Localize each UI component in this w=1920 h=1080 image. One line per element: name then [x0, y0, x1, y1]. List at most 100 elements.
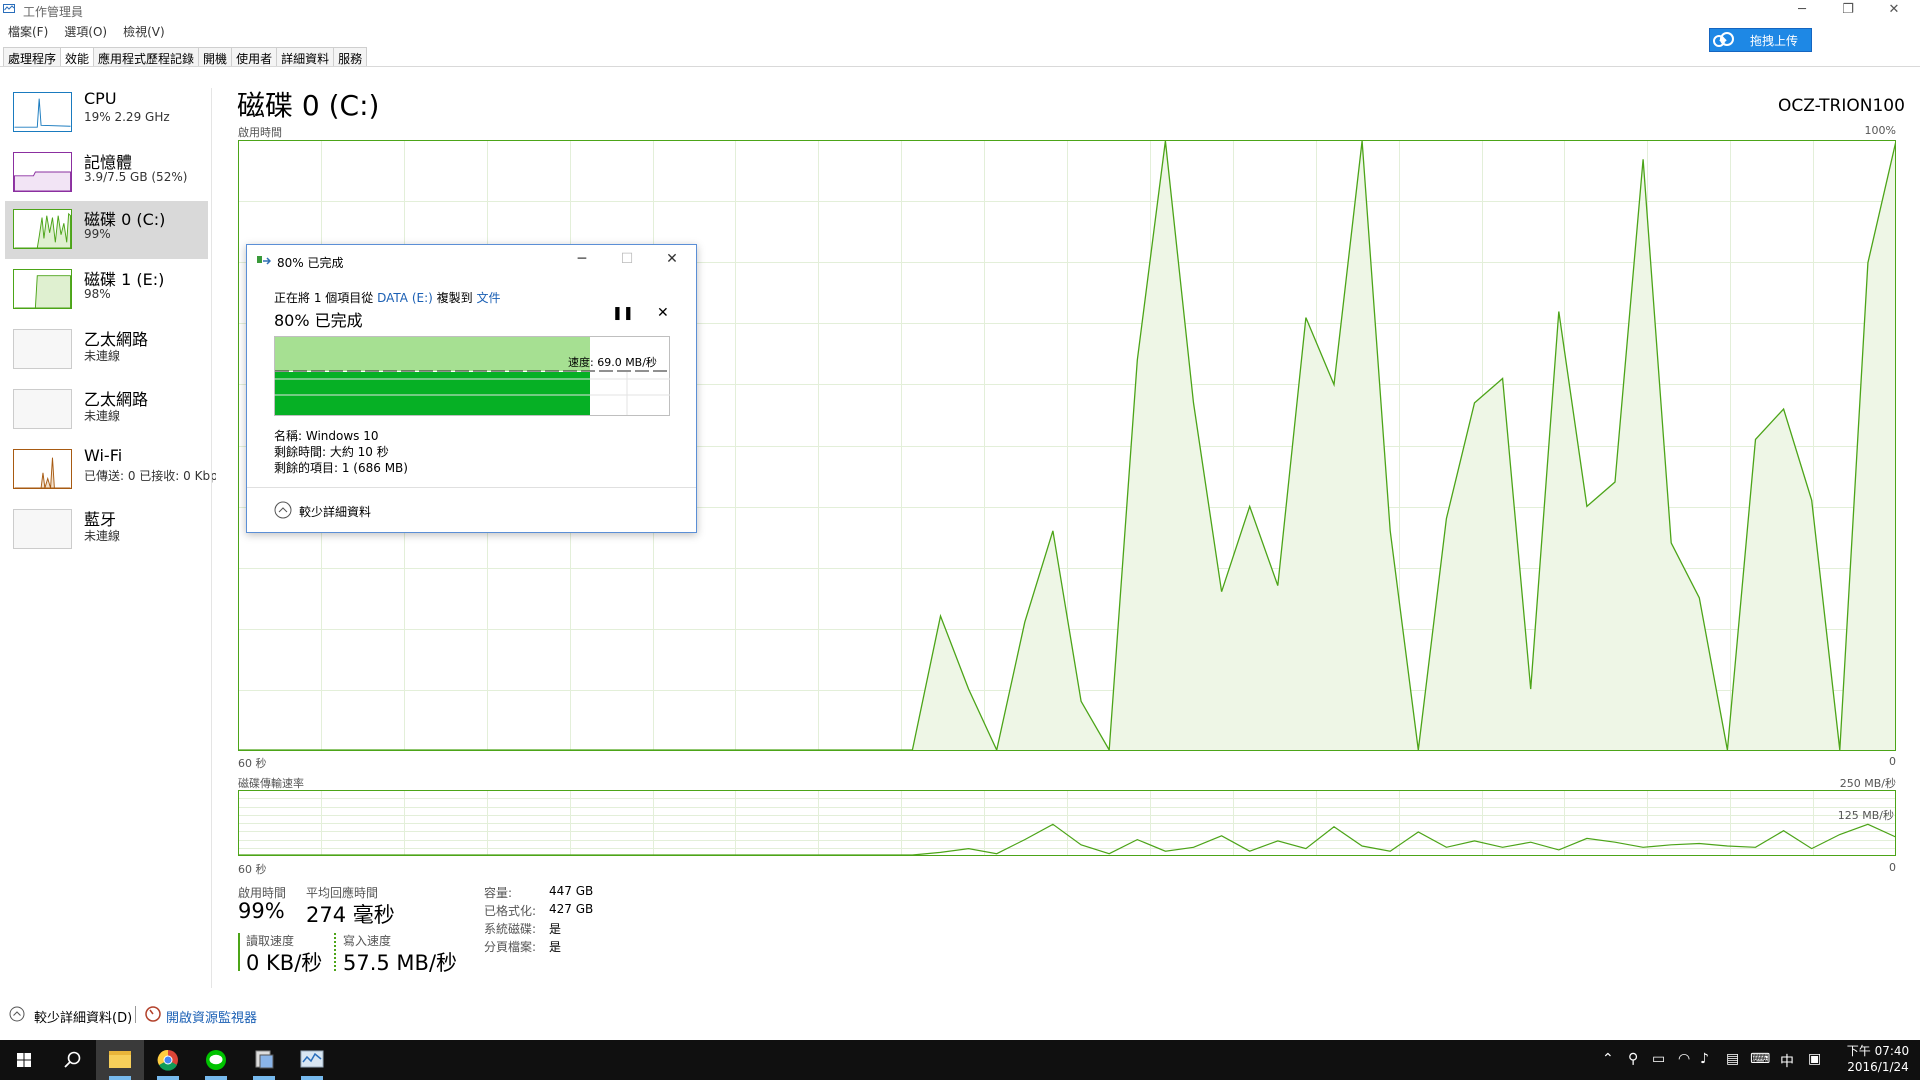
copy-source-link[interactable]: DATA (E:) — [377, 291, 433, 305]
copy-dest-link[interactable]: 文件 — [476, 291, 500, 305]
menu-file[interactable]: 檔案(F) — [0, 23, 56, 41]
dialog-fewer-details[interactable]: 較少詳細資料 — [299, 503, 371, 520]
sidebar-item-bluetooth[interactable]: 藍牙 未連線 — [5, 501, 208, 559]
tab-startup[interactable]: 開機 — [198, 47, 233, 67]
sidebar-item-disk-0[interactable]: 磁碟 0 (C:) 99% — [5, 201, 208, 259]
tab-services[interactable]: 服務 — [333, 47, 368, 67]
task-manager-taskbar-icon[interactable] — [288, 1040, 336, 1080]
sidebar-item-cpu[interactable]: CPU 19% 2.29 GHz — [5, 84, 208, 142]
resource-monitor-icon[interactable] — [145, 1006, 161, 1022]
menu-view[interactable]: 檢視(V) — [115, 23, 173, 41]
pause-button[interactable]: ❚❚ — [612, 306, 634, 321]
chart1-max-label: 100% — [1864, 124, 1896, 137]
performance-sidebar: CPU 19% 2.29 GHz 記憶體 3.9/7.5 GB (52%) 磁碟… — [0, 68, 216, 988]
progress-speed-fill — [275, 337, 590, 371]
copy-description: 正在將 1 個項目從 DATA (E:) 複製到 文件 — [274, 289, 501, 306]
sidebar-item-disk-1[interactable]: 磁碟 1 (E:) 98% — [5, 261, 208, 319]
volume-icon[interactable]: ♪ — [1700, 1051, 1709, 1067]
sidebar-item-sub: 98% — [84, 287, 111, 301]
tab-divider — [0, 66, 1920, 67]
copy-progress-dialog: 80% 已完成 ─ ☐ ✕ 正在將 1 個項目從 DATA (E:) 複製到 文… — [246, 244, 697, 533]
close-button[interactable]: ✕ — [1871, 0, 1917, 20]
file-name: 名稱: Windows 10 — [274, 429, 379, 443]
sidebar-item-label: CPU — [84, 89, 117, 108]
fewer-details-link[interactable]: 較少詳細資料(D) — [34, 1007, 132, 1026]
sidebar-item-sub: 3.9/7.5 GB (52%) — [84, 170, 188, 184]
sidebar-item-ethernet-1[interactable]: 乙太網路 未連線 — [5, 321, 208, 379]
file-explorer-icon[interactable] — [96, 1040, 144, 1080]
chart1-x-right: 0 — [1889, 755, 1896, 768]
sidebar-item-wifi[interactable]: Wi-Fi 已傳送: 0 已接收: 0 Kbps — [5, 441, 216, 499]
sidebar-item-memory[interactable]: 記憶體 3.9/7.5 GB (52%) — [5, 144, 208, 202]
chart2-x-left: 60 秒 — [238, 863, 267, 876]
people-icon[interactable]: ⚲ — [1628, 1051, 1638, 1067]
tab-bar: 處理程序 效能 應用程式歷程記錄 開機 使用者 詳細資料 服務 — [3, 47, 368, 67]
time-left: 剩餘時間: 大約 10 秒 — [274, 445, 389, 459]
menu-bar: 檔案(F) 選項(O) 檢視(V) — [0, 23, 173, 41]
chart2-label: 磁碟傳輸速率 — [238, 777, 304, 790]
sidebar-item-sub: 已傳送: 0 已接收: 0 Kbps — [84, 469, 216, 483]
read-speed-marker — [238, 933, 240, 971]
resource-monitor-link[interactable]: 開啟資源監視器 — [166, 1007, 257, 1026]
sidebar-item-sub: 19% 2.29 GHz — [84, 110, 170, 124]
chart2-x-right: 0 — [1889, 861, 1896, 874]
clock-time: 下午 07:40 — [1846, 1044, 1910, 1058]
wifi-thumbnail — [13, 449, 72, 489]
chrome-icon[interactable] — [144, 1040, 192, 1080]
bottom-bar: 較少詳細資料(D) 開啟資源監視器 — [0, 998, 1920, 1032]
chevron-up-circle-icon[interactable] — [274, 501, 292, 519]
ethernet2-thumbnail — [13, 389, 72, 429]
sidebar-item-label: Wi-Fi — [84, 446, 123, 465]
tab-performance[interactable]: 效能 — [60, 47, 95, 67]
battery-icon[interactable]: ▭ — [1652, 1051, 1665, 1067]
keyboard-icon[interactable]: ⌨ — [1750, 1051, 1770, 1067]
clock[interactable]: 下午 07:40 2016/1/24 — [1840, 1043, 1916, 1075]
ime-indicator[interactable]: 中 — [1780, 1051, 1794, 1071]
cloud-upload-icon — [1713, 32, 1734, 47]
system-disk-value: 是 — [549, 922, 562, 936]
taskbar: ⌃ ⚲ ▭ ◠ ♪ ▤ ⌨ 中 ▣ 下午 07:40 2016/1/24 — [0, 1040, 1920, 1080]
dialog-minimize-button[interactable]: ─ — [567, 249, 597, 269]
dialog-divider — [247, 487, 696, 488]
search-icon[interactable] — [48, 1040, 96, 1080]
clock-date: 2016/1/24 — [1847, 1060, 1909, 1074]
progress-bar-fill — [275, 372, 590, 415]
task-manager-icon — [3, 4, 15, 13]
dialog-close-button[interactable]: ✕ — [657, 249, 687, 269]
sidebar-item-ethernet-2[interactable]: 乙太網路 未連線 — [5, 381, 208, 439]
formatted-value: 427 GB — [549, 902, 594, 916]
speed-graph — [274, 336, 670, 416]
disk1-thumbnail — [13, 269, 72, 309]
dialog-maximize-button: ☐ — [620, 251, 634, 267]
windows-start-icon[interactable] — [0, 1040, 48, 1080]
tab-processes[interactable]: 處理程序 — [3, 47, 62, 67]
write-speed-marker — [334, 933, 336, 971]
chevron-up-icon[interactable]: ⌃ — [1602, 1051, 1614, 1067]
tab-users[interactable]: 使用者 — [231, 47, 278, 67]
read-speed-value: 0 KB/秒 — [246, 951, 323, 975]
action-center-icon[interactable]: ▣ — [1808, 1051, 1821, 1067]
chart1-label: 啟用時間 — [238, 126, 282, 139]
progress-heading: 80% 已完成 — [274, 311, 363, 330]
tab-app-history[interactable]: 應用程式歷程記錄 — [93, 47, 200, 67]
menu-options[interactable]: 選項(O) — [56, 23, 115, 41]
bluetooth-thumbnail — [13, 509, 72, 549]
line-app-icon[interactable] — [192, 1040, 240, 1080]
cpu-thumbnail — [13, 92, 72, 132]
copy-task-icon[interactable] — [240, 1040, 288, 1080]
upload-button[interactable]: 拖拽上传 — [1709, 28, 1812, 52]
wifi-icon[interactable]: ◠ — [1678, 1051, 1690, 1067]
active-time-value: 99% — [238, 899, 285, 923]
copy-prefix: 正在將 1 個項目從 — [274, 291, 374, 305]
cancel-copy-button[interactable]: ✕ — [657, 305, 669, 321]
notification-icon[interactable]: ▤ — [1726, 1051, 1739, 1067]
window-title: 工作管理員 — [23, 5, 84, 19]
chart1-x-left: 60 秒 — [238, 757, 267, 770]
tab-details[interactable]: 詳細資料 — [276, 47, 335, 67]
restore-button[interactable]: ❐ — [1825, 0, 1871, 20]
sidebar-item-sub: 未連線 — [84, 529, 121, 543]
minimize-button[interactable]: ─ — [1779, 0, 1825, 20]
title-bar: 工作管理員 ─ ❐ ✕ — [0, 0, 1920, 20]
page-file-value: 是 — [549, 940, 562, 954]
chevron-up-circle-icon[interactable] — [9, 1006, 25, 1022]
